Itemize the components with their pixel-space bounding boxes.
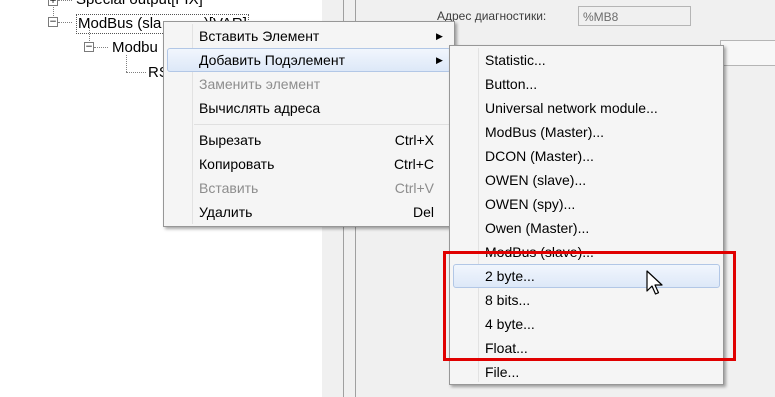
menu-item-cut[interactable]: Вырезать Ctrl+X (164, 128, 454, 152)
menu-item-add-subelement[interactable]: Добавить Подэлемент ▶ (164, 48, 454, 72)
submenu-item-owen-master[interactable]: Owen (Master)... (450, 216, 723, 240)
tree-connector (58, 22, 72, 23)
highlight-annotation-box (443, 251, 736, 361)
menu-item-label: Добавить Подэлемент (199, 52, 345, 68)
menu-item-shortcut: Ctrl+C (393, 156, 434, 172)
menu-item-label: Копировать (199, 156, 275, 172)
menu-item-shortcut: Ctrl+X (394, 132, 434, 148)
menu-item-label: Statistic... (485, 52, 546, 68)
tree-node-modbus[interactable]: Modbu (112, 39, 158, 57)
tree-node-special-output[interactable]: Special output[FIX] (76, 0, 203, 9)
diagnostic-address-field: %MB8 (578, 6, 691, 26)
menu-separator (194, 124, 450, 125)
property-field[interactable] (720, 40, 775, 66)
menu-item-label: Вставить (199, 180, 259, 196)
submenu-arrow-icon: ▶ (436, 55, 443, 65)
menu-item-label: ModBus (Master)... (485, 124, 605, 140)
submenu-item-owen-spy[interactable]: OWEN (spy)... (450, 192, 723, 216)
menu-item-label: DCON (Master)... (485, 148, 594, 164)
menu-item-label: File... (485, 364, 520, 380)
submenu-item-dcon-master[interactable]: DCON (Master)... (450, 144, 723, 168)
expand-icon[interactable]: + (48, 0, 58, 6)
menu-item-insert-element[interactable]: Вставить Элемент ▶ (164, 24, 454, 48)
menu-item-shortcut: Ctrl+V (394, 180, 434, 196)
menu-item-label: OWEN (slave)... (485, 172, 587, 188)
context-menu: Вставить Элемент ▶ Добавить Подэлемент ▶… (163, 21, 455, 227)
menu-item-label: Universal network module... (485, 100, 658, 116)
tree-connector (94, 47, 108, 48)
menu-item-copy[interactable]: Копировать Ctrl+C (164, 152, 454, 176)
menu-item-label: Удалить (199, 204, 253, 220)
menu-item-label: Вставить Элемент (199, 28, 320, 44)
menu-item-label: OWEN (spy)... (485, 196, 576, 212)
mouse-cursor-icon (646, 270, 663, 295)
menu-item-label: Вычислять адреса (199, 100, 321, 116)
menu-item-label: Owen (Master)... (485, 220, 590, 236)
tree-connector (58, 0, 72, 1)
tree-connector (126, 72, 146, 73)
collapse-icon[interactable]: − (48, 17, 58, 27)
tree-node-label: ModBus (sla (78, 15, 162, 32)
submenu-arrow-icon: ▶ (436, 31, 443, 41)
menu-item-shortcut: Del (412, 204, 434, 220)
menu-item-paste: Вставить Ctrl+V (164, 176, 454, 200)
submenu-item-modbus-master[interactable]: ModBus (Master)... (450, 120, 723, 144)
submenu-item-file[interactable]: File... (450, 360, 723, 384)
menu-item-compute-addresses[interactable]: Вычислять адреса (164, 96, 454, 120)
menu-item-replace-element: Заменить элемент (164, 72, 454, 96)
menu-item-delete[interactable]: Удалить Del (164, 200, 454, 224)
submenu-item-owen-slave[interactable]: OWEN (slave)... (450, 168, 723, 192)
menu-item-label: Вырезать (199, 132, 262, 148)
submenu-item-universal-network-module[interactable]: Universal network module... (450, 96, 723, 120)
menu-item-label: Button... (485, 76, 538, 92)
submenu-item-statistic[interactable]: Statistic... (450, 48, 723, 72)
tree-connector (126, 55, 127, 72)
collapse-icon[interactable]: − (84, 42, 94, 52)
menu-item-label: Заменить элемент (199, 76, 321, 92)
submenu-item-button[interactable]: Button... (450, 72, 723, 96)
